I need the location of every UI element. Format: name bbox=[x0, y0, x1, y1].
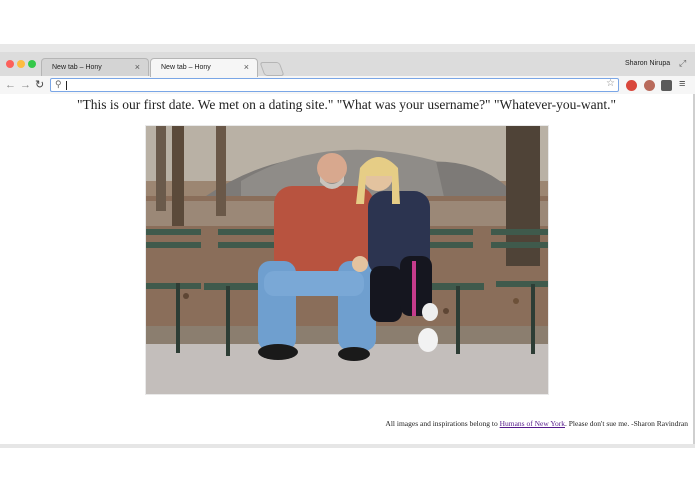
couple-photo bbox=[145, 125, 549, 395]
tab-inactive[interactable]: New tab – Hony × bbox=[41, 58, 149, 76]
search-icon: ⚲ bbox=[55, 79, 62, 89]
close-window-icon[interactable] bbox=[6, 60, 14, 68]
quote-text: "This is our first date. We met on a dat… bbox=[76, 97, 617, 112]
chrome-menu-icon[interactable]: ≡ bbox=[679, 78, 685, 90]
tab-title: New tab – Hony bbox=[161, 64, 211, 71]
adblock-extension-icon[interactable] bbox=[626, 80, 637, 91]
new-tab-button[interactable] bbox=[259, 62, 285, 76]
address-bar[interactable]: ⚲ ☆ bbox=[50, 78, 619, 92]
pocket-extension-icon[interactable] bbox=[661, 80, 672, 91]
text-cursor bbox=[66, 81, 67, 90]
fullscreen-icon[interactable]: ⤢ bbox=[679, 58, 686, 69]
profile-name[interactable]: Sharon Nirupa bbox=[625, 60, 670, 67]
extension-icon[interactable] bbox=[644, 80, 655, 91]
bookmark-star-icon[interactable]: ☆ bbox=[606, 78, 615, 89]
minimize-window-icon[interactable] bbox=[17, 60, 25, 68]
credit-suffix: . Please don't sue me. -Sharon Ravindran bbox=[565, 419, 688, 428]
back-arrow-icon[interactable]: ← bbox=[5, 79, 16, 91]
reload-icon[interactable]: ↻ bbox=[35, 79, 44, 91]
tab-title: New tab – Hony bbox=[52, 64, 102, 71]
couple-on-bench-illustration bbox=[146, 126, 548, 394]
tab-close-icon[interactable]: × bbox=[244, 62, 249, 72]
zoom-window-icon[interactable] bbox=[28, 60, 36, 68]
browser-chrome: New tab – Hony × New tab – Hony × Sharon… bbox=[0, 52, 695, 95]
credit-prefix: All images and inspirations belong to bbox=[385, 419, 500, 428]
humans-of-new-york-link[interactable]: Humans of New York bbox=[500, 419, 565, 428]
tab-active[interactable]: New tab – Hony × bbox=[150, 58, 258, 77]
dock-strip bbox=[0, 444, 695, 448]
mac-menu-bar bbox=[0, 44, 695, 52]
forward-arrow-icon[interactable]: → bbox=[20, 79, 31, 91]
image-credit: All images and inspirations belong to Hu… bbox=[385, 419, 688, 428]
browser-toolbar: ← → ↻ ⚲ ☆ ≡ bbox=[0, 76, 695, 95]
page-content: "This is our first date. We met on a dat… bbox=[0, 94, 695, 444]
tab-close-icon[interactable]: × bbox=[135, 62, 140, 72]
